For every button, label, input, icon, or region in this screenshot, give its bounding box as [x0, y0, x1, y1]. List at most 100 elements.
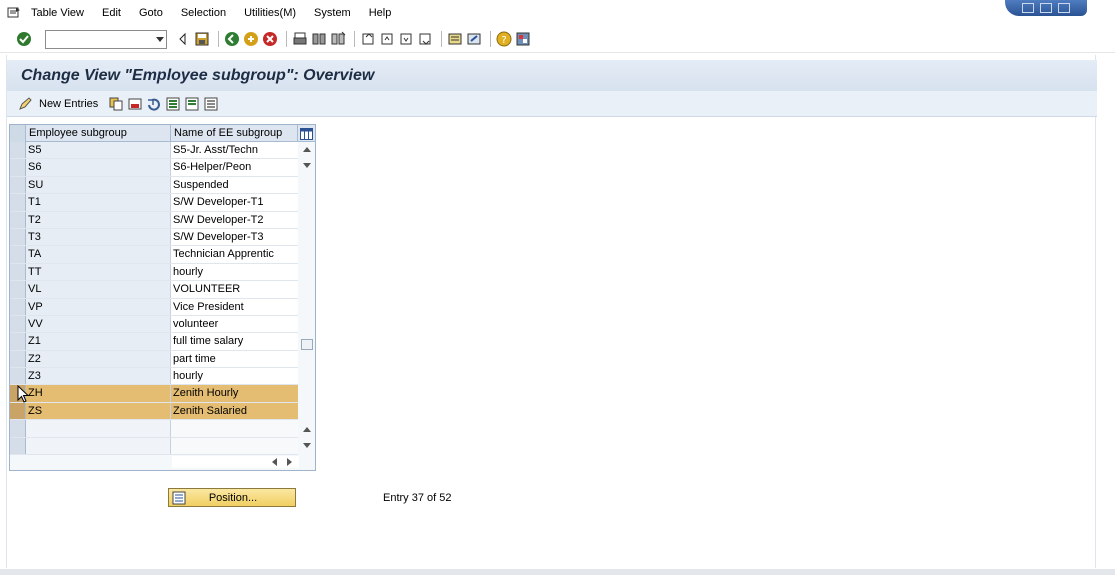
employee-subgroup-cell[interactable]: T2 [26, 211, 171, 228]
next-page-icon[interactable] [398, 31, 414, 47]
subgroup-name-cell[interactable]: S/W Developer-T1 [171, 194, 298, 211]
customize-layout-icon[interactable] [515, 31, 531, 47]
empty-cell[interactable] [171, 437, 298, 455]
row-selector[interactable] [10, 159, 26, 176]
column-header-employee-subgroup[interactable]: Employee subgroup [26, 125, 171, 142]
table-row[interactable]: VV volunteer [10, 315, 298, 334]
help-icon[interactable]: ? [496, 31, 512, 47]
subgroup-name-cell[interactable]: volunteer [171, 315, 298, 333]
scroll-right-icon[interactable] [287, 458, 292, 466]
table-row[interactable]: Z1 full time salary [10, 333, 298, 351]
table-row[interactable]: Z3 hourly [10, 368, 298, 386]
subgroup-name-cell[interactable]: full time salary [171, 333, 298, 350]
employee-subgroup-cell[interactable]: Z3 [26, 368, 171, 385]
empty-cell[interactable] [26, 420, 171, 437]
row-selector[interactable] [10, 420, 26, 437]
employee-subgroup-cell[interactable]: T1 [26, 194, 171, 211]
find-icon[interactable] [311, 31, 327, 47]
menu-table-view[interactable]: Table View [31, 7, 84, 19]
new-entries-button[interactable]: New Entries [17, 96, 98, 112]
employee-subgroup-cell[interactable]: VP [26, 298, 171, 315]
employee-subgroup-cell[interactable]: Z1 [26, 333, 171, 350]
row-selector[interactable] [10, 402, 26, 420]
page-down-icon[interactable] [303, 443, 311, 448]
row-selector[interactable] [10, 263, 26, 281]
employee-subgroup-cell[interactable]: Z2 [26, 350, 171, 368]
shortcut-icon[interactable] [466, 31, 482, 47]
subgroup-name-cell[interactable]: Zenith Salaried [171, 402, 298, 420]
minimize-icon[interactable] [1022, 3, 1034, 13]
row-selector[interactable] [10, 333, 26, 350]
subgroup-name-cell[interactable]: part time [171, 350, 298, 368]
previous-page-icon[interactable] [379, 31, 395, 47]
employee-subgroup-cell[interactable]: VL [26, 281, 171, 298]
row-selector[interactable] [10, 350, 26, 368]
row-selector[interactable] [10, 368, 26, 385]
employee-subgroup-cell[interactable]: ZH [26, 385, 171, 402]
row-selector[interactable] [10, 194, 26, 211]
enter-icon[interactable] [16, 31, 32, 47]
horizontal-scrollbar[interactable] [172, 456, 299, 468]
menu-edit[interactable]: Edit [102, 7, 121, 19]
subgroup-name-cell[interactable]: hourly [171, 263, 298, 281]
row-selector[interactable] [10, 315, 26, 333]
cancel-icon[interactable] [262, 31, 278, 47]
new-session-icon[interactable] [447, 31, 463, 47]
chevron-down-icon[interactable] [156, 36, 164, 42]
column-header-name-of-ee-subgroup[interactable]: Name of EE subgroup [171, 125, 298, 142]
menu-help[interactable]: Help [369, 7, 392, 19]
select-all-icon[interactable] [165, 96, 181, 112]
table-row[interactable]: ZH Zenith Hourly [10, 385, 298, 403]
row-selector[interactable] [10, 176, 26, 194]
scroll-thumb[interactable] [301, 339, 313, 350]
table-row[interactable]: Z2 part time [10, 350, 298, 369]
subgroup-name-cell[interactable]: Technician Apprentic [171, 246, 298, 263]
empty-table-row[interactable] [10, 437, 298, 456]
scroll-down-icon[interactable] [303, 163, 311, 168]
scroll-up-icon[interactable] [303, 147, 311, 152]
command-input[interactable] [46, 30, 151, 48]
last-page-icon[interactable] [417, 31, 433, 47]
table-row[interactable]: T3 S/W Developer-T3 [10, 228, 298, 247]
subgroup-name-cell[interactable]: Suspended [171, 176, 298, 194]
vertical-scrollbar[interactable] [299, 142, 315, 422]
employee-subgroup-cell[interactable]: T3 [26, 228, 171, 246]
delete-icon[interactable] [127, 96, 143, 112]
menu-selection[interactable]: Selection [181, 7, 226, 19]
table-row[interactable]: SU Suspended [10, 176, 298, 195]
subgroup-name-cell[interactable]: S5-Jr. Asst/Techn [171, 142, 298, 159]
maximize-icon[interactable] [1040, 3, 1052, 13]
subgroup-name-cell[interactable]: hourly [171, 368, 298, 385]
select-block-icon[interactable] [184, 96, 200, 112]
menu-utilities[interactable]: Utilities(M) [244, 7, 296, 19]
employee-subgroup-cell[interactable]: TA [26, 246, 171, 263]
table-row[interactable]: VP Vice President [10, 298, 298, 316]
table-row[interactable]: TA Technician Apprentic [10, 246, 298, 264]
employee-subgroup-cell[interactable]: TT [26, 263, 171, 281]
row-selector[interactable] [10, 211, 26, 228]
copy-as-icon[interactable] [108, 96, 124, 112]
table-row[interactable]: T2 S/W Developer-T2 [10, 211, 298, 229]
command-field[interactable] [45, 29, 167, 49]
subgroup-name-cell[interactable]: S6-Helper/Peon [171, 159, 298, 176]
table-row[interactable]: T1 S/W Developer-T1 [10, 194, 298, 212]
subgroup-name-cell[interactable]: Vice President [171, 298, 298, 315]
employee-subgroup-cell[interactable]: VV [26, 315, 171, 333]
first-page-icon[interactable] [360, 31, 376, 47]
table-row[interactable]: S6 S6-Helper/Peon [10, 159, 298, 177]
position-button[interactable]: Position... [168, 488, 296, 507]
row-selector[interactable] [10, 298, 26, 315]
find-next-icon[interactable] [330, 31, 346, 47]
employee-subgroup-cell[interactable]: ZS [26, 402, 171, 420]
menu-goto[interactable]: Goto [139, 7, 163, 19]
empty-table-row[interactable] [10, 420, 298, 438]
select-all-column-header[interactable] [10, 125, 26, 142]
table-row[interactable]: VL VOLUNTEER [10, 281, 298, 299]
table-row[interactable]: ZS Zenith Salaried [10, 402, 298, 421]
deselect-all-icon[interactable] [203, 96, 219, 112]
menu-system[interactable]: System [314, 7, 351, 19]
subgroup-name-cell[interactable]: S/W Developer-T2 [171, 211, 298, 228]
back-arrow-icon[interactable] [175, 31, 191, 47]
page-up-icon[interactable] [303, 427, 311, 432]
exit-icon[interactable] [243, 31, 259, 47]
